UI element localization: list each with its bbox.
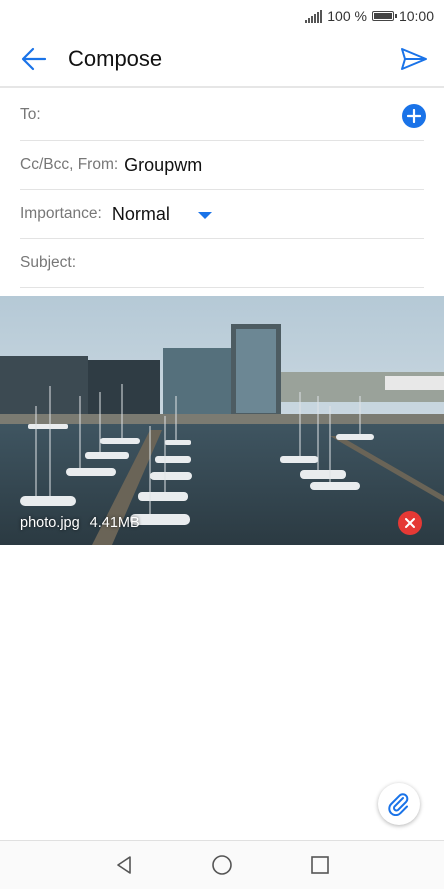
- remove-attachment-button[interactable]: [398, 511, 422, 535]
- close-icon: [405, 518, 415, 528]
- nav-recents-button[interactable]: [271, 841, 369, 889]
- attachment-info: photo.jpg 4.41MB: [20, 515, 140, 531]
- system-nav-bar: [0, 840, 444, 889]
- subject-field[interactable]: Subject:: [20, 239, 424, 288]
- back-button[interactable]: [0, 31, 68, 87]
- app-bar: Compose: [0, 32, 444, 88]
- importance-field[interactable]: Importance: Normal: [20, 190, 424, 239]
- add-recipient-button[interactable]: [402, 104, 426, 128]
- cc-bcc-from-field[interactable]: Cc/Bcc, From: Groupwm: [20, 141, 424, 190]
- arrow-back-icon: [21, 47, 47, 71]
- signal-icon: [305, 9, 323, 23]
- from-value: Groupwm: [124, 154, 203, 175]
- attachment-filename: photo.jpg: [20, 515, 80, 531]
- square-recents-icon: [311, 856, 329, 874]
- importance-label: Importance:: [20, 205, 102, 222]
- clock: 10:00: [398, 8, 434, 24]
- attachment-image: [0, 296, 444, 545]
- plus-icon: [407, 109, 421, 123]
- paperclip-icon: [388, 793, 409, 816]
- compose-form: To: Cc/Bcc, From: Groupwm Importance: No…: [20, 90, 426, 288]
- send-button[interactable]: [384, 31, 444, 87]
- attach-button[interactable]: [378, 783, 420, 825]
- to-label: To:: [20, 106, 41, 123]
- to-field[interactable]: To:: [20, 90, 426, 141]
- triangle-back-icon: [117, 856, 131, 874]
- nav-home-button[interactable]: [173, 841, 271, 889]
- subject-label: Subject:: [20, 254, 77, 271]
- circle-home-icon: [212, 855, 232, 875]
- battery-percent: 100 %: [327, 8, 367, 24]
- importance-value[interactable]: Normal: [112, 204, 170, 225]
- photo-attachment[interactable]: photo.jpg 4.41MB: [0, 296, 444, 545]
- status-bar: 100 % 10:00: [0, 0, 444, 32]
- attachment-size: 4.41MB: [89, 515, 140, 531]
- battery-icon: [371, 11, 397, 21]
- dropdown-arrow-icon[interactable]: [197, 211, 212, 219]
- cc-bcc-from-label: Cc/Bcc, From:: [20, 156, 119, 173]
- send-icon: [401, 48, 427, 70]
- nav-back-button[interactable]: [75, 841, 173, 889]
- page-title: Compose: [68, 46, 163, 71]
